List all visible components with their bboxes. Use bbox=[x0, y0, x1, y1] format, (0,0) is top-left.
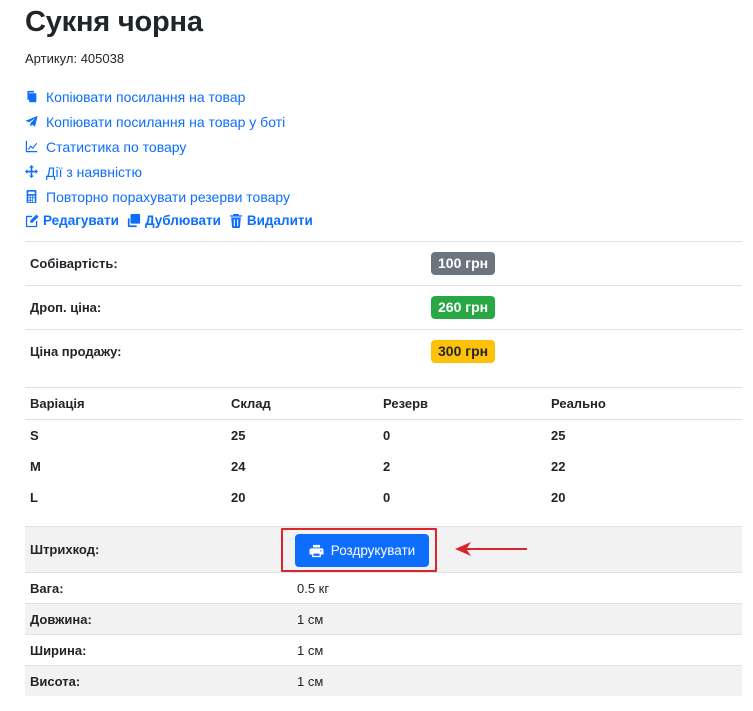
spec-value: 1 см bbox=[292, 665, 742, 696]
recalculate-reserves-label: Повторно порахувати резерви товару bbox=[46, 188, 291, 205]
price-badge-drop: 260 грн bbox=[431, 296, 496, 319]
print-button-label: Роздрукувати bbox=[330, 543, 416, 558]
price-row-sale: Ціна продажу: 300 грн bbox=[25, 329, 742, 373]
spec-value: 1 см bbox=[292, 634, 742, 666]
print-highlight: Роздрукувати bbox=[281, 528, 437, 572]
spec-label: Вага: bbox=[25, 572, 292, 604]
cell-warehouse: 20 bbox=[231, 490, 246, 505]
stock-header-row: Варіація Склад Резерв Реально bbox=[25, 387, 742, 420]
cell-variation: M bbox=[30, 459, 41, 474]
specs-table: Штрихкод: Роздрукувати Вага: 0.5 кг Довж… bbox=[25, 526, 742, 696]
table-row: M 24 2 22 bbox=[25, 451, 742, 482]
spec-row-height: Висота: 1 см bbox=[25, 665, 742, 696]
red-arrow-icon bbox=[455, 542, 527, 556]
cell-reserve: 0 bbox=[383, 428, 391, 443]
duplicate-button[interactable]: Дублювати bbox=[127, 213, 221, 228]
spec-row-length: Довжина: 1 см bbox=[25, 603, 742, 635]
spec-label: Висота: bbox=[25, 665, 292, 696]
stock-actions-link[interactable]: Дії з наявністю bbox=[25, 159, 290, 184]
cell-reserve: 2 bbox=[383, 459, 391, 474]
price-row-cost: Собівартість: 100 грн bbox=[25, 241, 742, 286]
calculator-icon bbox=[26, 190, 37, 203]
delete-label: Видалити bbox=[246, 213, 313, 228]
price-row-drop: Дроп. ціна: 260 грн bbox=[25, 285, 742, 330]
chart-line-icon bbox=[25, 140, 38, 153]
product-statistics-label: Статистика по товару bbox=[46, 138, 187, 155]
product-statistics-link[interactable]: Статистика по товару bbox=[25, 134, 290, 159]
edit-icon bbox=[25, 213, 39, 227]
copy-bot-link-label: Копіювати посилання на товар у боті bbox=[46, 113, 286, 130]
barcode-label: Штрихкод: bbox=[25, 526, 292, 573]
spec-value: 0.5 кг bbox=[292, 572, 742, 604]
price-badge-sale: 300 грн bbox=[431, 340, 496, 363]
price-label: Дроп. ціна: bbox=[25, 285, 431, 330]
spec-label: Ширина: bbox=[25, 634, 292, 666]
stock-table: Варіація Склад Резерв Реально S 25 0 25 … bbox=[25, 387, 742, 513]
barcode-row: Штрихкод: Роздрукувати bbox=[25, 526, 742, 573]
spec-value: 1 см bbox=[292, 603, 742, 635]
col-reserve: Резерв bbox=[378, 387, 546, 420]
cell-actual: 20 bbox=[551, 490, 566, 505]
page-title: Сукня чорна bbox=[25, 6, 203, 38]
cell-actual: 25 bbox=[551, 428, 566, 443]
col-warehouse: Склад bbox=[226, 387, 378, 420]
product-actions: Редагувати Дублювати Видалити bbox=[25, 213, 321, 228]
spec-row-weight: Вага: 0.5 кг bbox=[25, 572, 742, 604]
prices-table: Собівартість: 100 грн Дроп. ціна: 260 гр… bbox=[25, 241, 742, 373]
table-row: L 20 0 20 bbox=[25, 482, 742, 513]
delete-button[interactable]: Видалити bbox=[229, 213, 313, 228]
price-label: Собівартість: bbox=[25, 241, 431, 286]
cell-reserve: 0 bbox=[383, 490, 391, 505]
edit-button[interactable]: Редагувати bbox=[25, 213, 119, 228]
duplicate-icon bbox=[127, 213, 141, 227]
cell-warehouse: 24 bbox=[231, 459, 246, 474]
spec-row-width: Ширина: 1 см bbox=[25, 634, 742, 666]
stock-actions-label: Дії з наявністю bbox=[46, 163, 142, 180]
price-label: Ціна продажу: bbox=[25, 329, 431, 373]
recalculate-reserves-link[interactable]: Повторно порахувати резерви товару bbox=[25, 184, 290, 209]
arrows-move-icon bbox=[25, 165, 38, 178]
copy-icon bbox=[27, 90, 37, 103]
cell-warehouse: 25 bbox=[231, 428, 246, 443]
duplicate-label: Дублювати bbox=[144, 213, 221, 228]
copy-bot-link[interactable]: Копіювати посилання на товар у боті bbox=[25, 109, 290, 134]
price-badge-cost: 100 грн bbox=[431, 252, 496, 275]
copy-product-link[interactable]: Копіювати посилання на товар bbox=[25, 84, 290, 109]
cell-variation: S bbox=[30, 428, 39, 443]
col-variation: Варіація bbox=[25, 387, 226, 420]
sku-text: Артикул: 405038 bbox=[25, 51, 125, 66]
cell-actual: 22 bbox=[551, 459, 566, 474]
table-row: S 25 0 25 bbox=[25, 420, 742, 452]
printer-icon bbox=[309, 544, 324, 557]
cell-variation: L bbox=[30, 490, 38, 505]
col-actual: Реально bbox=[546, 387, 742, 420]
print-button[interactable]: Роздрукувати bbox=[295, 534, 429, 567]
copy-product-link-label: Копіювати посилання на товар bbox=[46, 88, 246, 105]
trash-icon bbox=[229, 213, 242, 228]
edit-label: Редагувати bbox=[43, 213, 119, 228]
telegram-icon bbox=[25, 115, 38, 127]
spec-label: Довжина: bbox=[25, 603, 292, 635]
product-links: Копіювати посилання на товар Копіювати п… bbox=[25, 84, 290, 209]
